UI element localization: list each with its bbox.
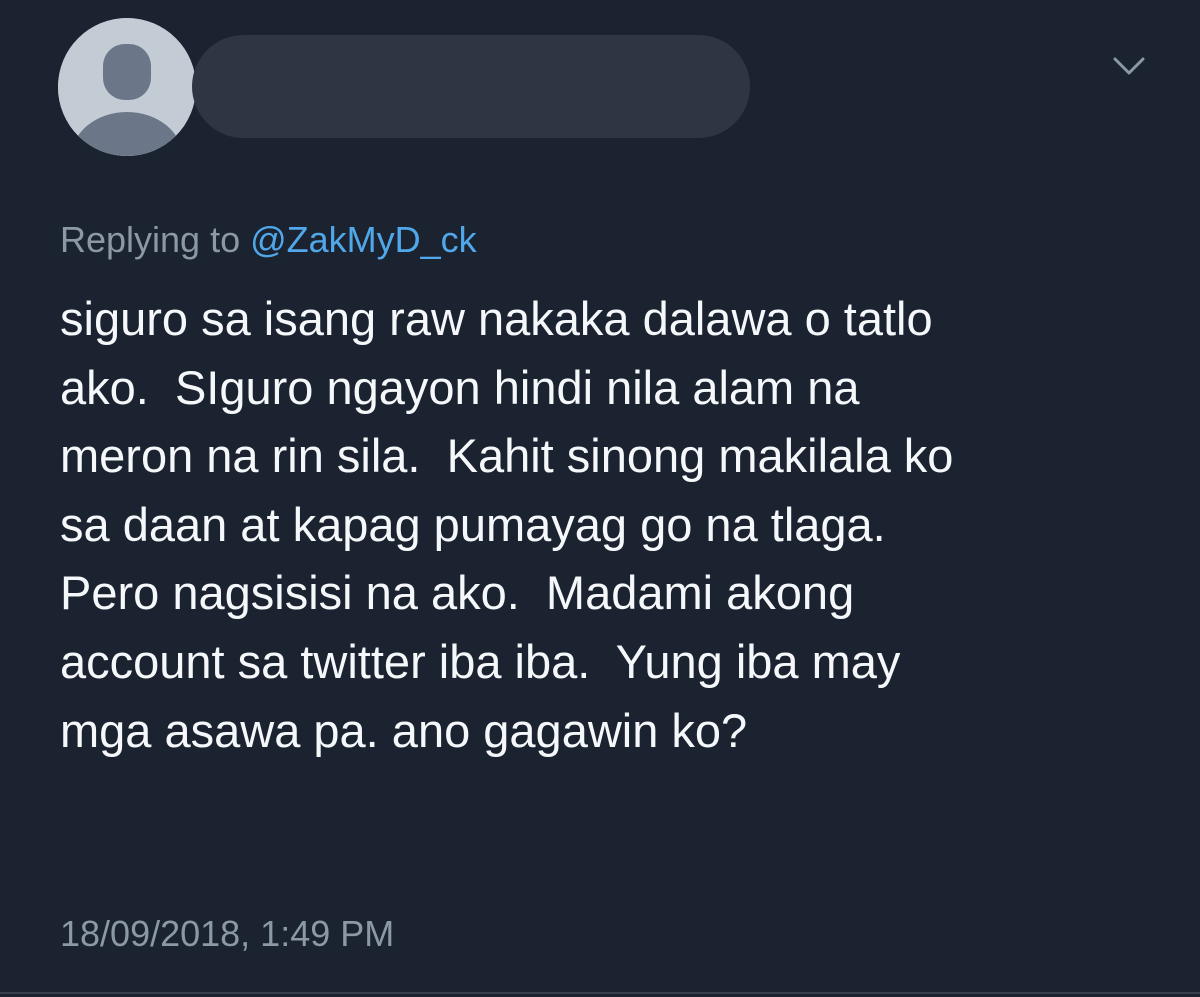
replying-to-label: Replying to: [60, 219, 251, 260]
tweet-text-line: ako. SIguro ngayon hindi nila alam na: [60, 360, 860, 414]
tweet-text-line: mga asawa pa. ano gagawin ko?: [60, 703, 748, 757]
tweet-text-line: meron na rin sila. Kahit sinong makilala…: [60, 429, 954, 483]
tweet-text: siguro sa isang raw nakaka dalawa o tatl…: [60, 285, 1150, 765]
avatar[interactable]: [58, 18, 196, 156]
tweet-text-line: sa daan at kapag pumayag go na tlaga.: [60, 497, 886, 551]
reply-handle-link[interactable]: @ZakMyD_ck: [250, 219, 477, 260]
tweet-menu-button[interactable]: [1112, 52, 1146, 80]
tweet-text-line: account sa twitter iba iba. Yung iba may: [60, 634, 901, 688]
divider: [0, 992, 1200, 994]
tweet-container: Replying to @ZakMyD_ck siguro sa isang r…: [0, 0, 1200, 997]
chevron-down-icon: [1113, 57, 1145, 75]
redacted-display-name: [192, 35, 750, 138]
replying-to-line: Replying to @ZakMyD_ck: [60, 218, 477, 262]
tweet-timestamp[interactable]: 18/09/2018, 1:49 PM: [60, 912, 394, 956]
tweet-text-line: siguro sa isang raw nakaka dalawa o tatl…: [60, 292, 933, 345]
tweet-text-line: Pero nagsisisi na ako. Madami akong: [60, 566, 855, 620]
default-profile-avatar-icon: [58, 18, 196, 156]
